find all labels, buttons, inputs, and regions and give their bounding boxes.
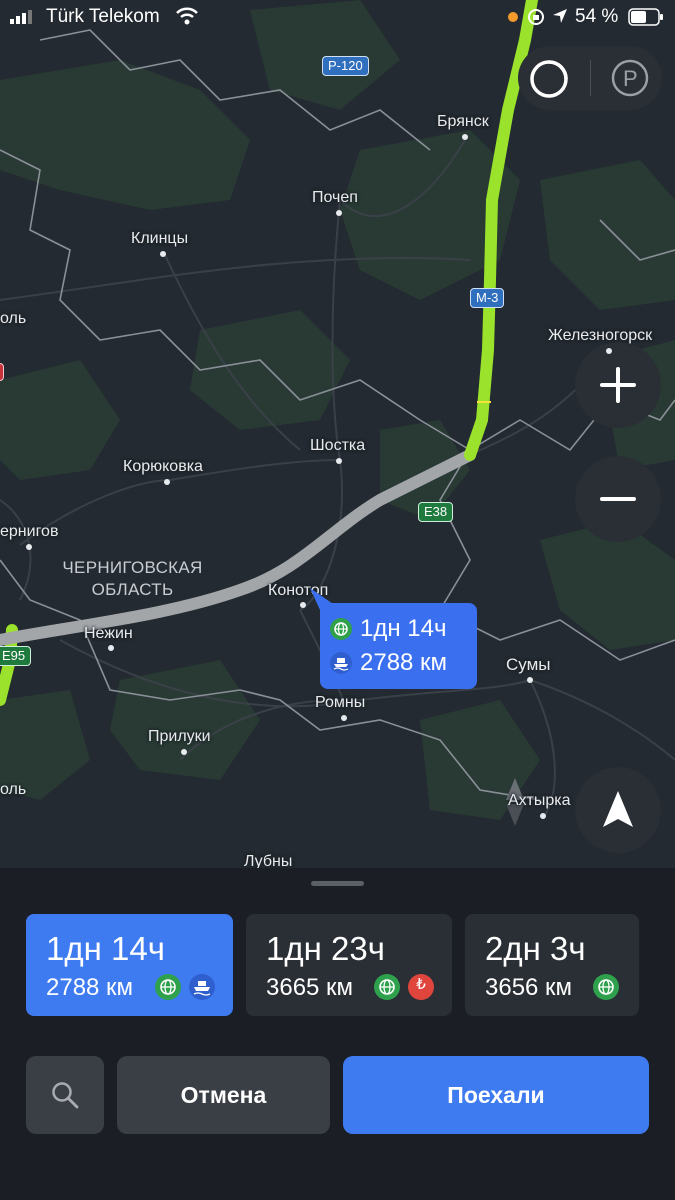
route-time: 1дн 14ч bbox=[46, 930, 165, 967]
road-shield-e95: E95 bbox=[0, 646, 32, 666]
city-dot bbox=[540, 813, 546, 819]
globe-icon bbox=[374, 974, 400, 1000]
battery-percent: 54 % bbox=[575, 6, 619, 27]
region-label-line2: ОБЛАСТЬ bbox=[91, 580, 174, 599]
road-shield-r120: Р-120 bbox=[322, 56, 369, 76]
go-button[interactable]: Поехали bbox=[343, 1056, 649, 1134]
carrier-name: Türk Telekom bbox=[46, 6, 160, 27]
city-dot bbox=[462, 134, 468, 140]
city-shostka: Шостка bbox=[310, 437, 366, 454]
route-distance: 3656 км bbox=[485, 974, 573, 1001]
globe-icon bbox=[330, 618, 352, 640]
city-dot bbox=[26, 544, 32, 550]
city-dot bbox=[606, 348, 612, 354]
battery-icon bbox=[628, 8, 663, 26]
city-romny: Ромны bbox=[315, 694, 366, 711]
cancel-button[interactable]: Отмена bbox=[117, 1056, 330, 1134]
city-chernigov: ернигов bbox=[0, 523, 59, 540]
route-option-1[interactable]: 1дн 14ч 2788 км bbox=[26, 914, 233, 1016]
road-shield-partial bbox=[0, 363, 4, 381]
zoom-out-button[interactable] bbox=[575, 456, 661, 542]
svg-text:P: P bbox=[623, 66, 638, 91]
search-button[interactable] bbox=[26, 1056, 104, 1134]
callout-time: 1дн 14ч bbox=[360, 615, 447, 642]
cellular-signal-icon bbox=[10, 10, 32, 24]
route-callout[interactable]: 1дн 14ч 2788 км bbox=[320, 603, 477, 689]
city-dot bbox=[108, 645, 114, 651]
city-akhtyrka: Ахтырка bbox=[508, 792, 571, 809]
search-icon bbox=[52, 1082, 79, 1109]
callout-distance: 2788 км bbox=[360, 649, 448, 676]
road-shield-m3: М-3 bbox=[470, 288, 505, 308]
traffic-icon[interactable] bbox=[528, 58, 570, 100]
route-sheet: 1дн 14ч 2788 км 1дн 23ч 3665 км ₺ 2дн 3ч… bbox=[0, 868, 675, 1200]
navigation-arrow-icon bbox=[603, 791, 633, 827]
region-label: ЧЕРНИГОВСКАЯ ОБЛАСТЬ bbox=[40, 557, 225, 601]
route-option-2[interactable]: 1дн 23ч 3665 км ₺ bbox=[246, 914, 452, 1016]
sheet-handle[interactable] bbox=[311, 881, 364, 886]
city-dot bbox=[160, 251, 166, 257]
route-badges bbox=[593, 974, 619, 1000]
city-pochep: Почеп bbox=[312, 189, 358, 206]
route-distance: 2788 км bbox=[46, 974, 134, 1001]
globe-icon bbox=[593, 974, 619, 1000]
road-shield-e38: Е38 bbox=[418, 502, 454, 522]
ferry-icon bbox=[330, 652, 352, 674]
city-dot bbox=[336, 210, 342, 216]
toll-icon: ₺ bbox=[408, 974, 434, 1000]
city-dot bbox=[336, 458, 342, 464]
city-dot bbox=[181, 749, 187, 755]
city-zheleznogorsk: Железногорск bbox=[548, 327, 653, 344]
city-koryukovka: Корюковка bbox=[123, 458, 203, 475]
control-divider bbox=[590, 60, 591, 96]
city-dot bbox=[164, 479, 170, 485]
map-base bbox=[0, 0, 675, 820]
city-sumy: Сумы bbox=[506, 655, 551, 674]
parking-icon[interactable]: P bbox=[610, 58, 650, 98]
city-bryansk: Брянск bbox=[437, 113, 489, 130]
location-arrow-icon bbox=[553, 9, 567, 23]
city-nezhin: Нежин bbox=[84, 625, 133, 642]
callout-time-row: 1дн 14ч bbox=[330, 615, 446, 643]
locate-button[interactable] bbox=[575, 767, 661, 853]
region-label-line1: ЧЕРНИГОВСКАЯ bbox=[62, 558, 203, 577]
city-left-bottom: оль bbox=[0, 781, 27, 798]
status-bar: Türk Telekom 54 % bbox=[0, 0, 675, 36]
orientation-lock-icon bbox=[528, 9, 544, 25]
city-left-top: оль bbox=[0, 310, 27, 327]
city-priluki: Прилуки bbox=[148, 728, 211, 745]
layers-control: P bbox=[518, 46, 662, 110]
route-badges bbox=[155, 974, 215, 1000]
city-dot bbox=[527, 677, 533, 683]
wifi-icon bbox=[176, 7, 198, 25]
ferry-icon bbox=[189, 974, 215, 1000]
route-badges: ₺ bbox=[374, 974, 434, 1000]
privacy-indicator-icon bbox=[508, 12, 518, 22]
globe-icon bbox=[155, 974, 181, 1000]
callout-distance-row: 2788 км bbox=[330, 649, 447, 677]
route-distance: 3665 км bbox=[266, 974, 354, 1001]
map-view[interactable]: Türk Telekom 54 % P Брянск Почеп Клинцы … bbox=[0, 0, 675, 870]
route-time: 1дн 23ч bbox=[266, 930, 385, 967]
route-time: 2дн 3ч bbox=[485, 930, 586, 967]
route-option-3[interactable]: 2дн 3ч 3656 км bbox=[465, 914, 639, 1016]
zoom-in-button[interactable] bbox=[575, 342, 661, 428]
city-klintsy: Клинцы bbox=[131, 230, 189, 247]
city-dot bbox=[341, 715, 347, 721]
